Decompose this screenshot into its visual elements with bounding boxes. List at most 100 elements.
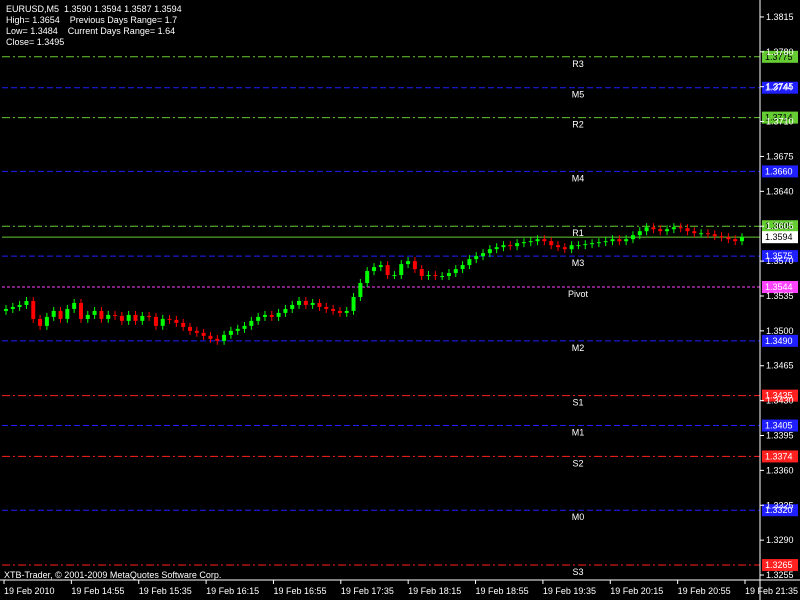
- candle-bull: [256, 316, 261, 321]
- time-tick-label: 19 Feb 14:55: [71, 586, 124, 596]
- candle-bull: [160, 318, 165, 326]
- candle-bear: [556, 245, 560, 248]
- candle-bull: [310, 302, 315, 305]
- candle-bear: [78, 302, 83, 319]
- candle-bull: [426, 275, 431, 277]
- level-price-label: 1.3660: [765, 166, 793, 176]
- candle-bull: [460, 265, 465, 270]
- price-tick-label: 1.3780: [766, 47, 794, 57]
- candle-bull: [699, 233, 704, 235]
- candle-bear: [712, 234, 717, 237]
- price-tick-label: 1.3325: [766, 500, 794, 510]
- price-chart[interactable]: R31.3775M51.3744R21.3714M41.3660R11.3605…: [0, 0, 800, 600]
- candle-bear: [58, 310, 63, 319]
- candle-bull: [740, 237, 744, 242]
- candle-bull: [590, 243, 595, 245]
- candle-bear: [651, 227, 656, 230]
- candle-bull: [446, 273, 451, 277]
- candle-bear: [208, 335, 213, 339]
- candle-bull: [501, 245, 506, 248]
- candle-bull: [644, 227, 649, 232]
- candle-bear: [385, 265, 390, 276]
- candle-bear: [337, 310, 342, 313]
- price-tick-label: 1.3675: [766, 151, 794, 161]
- candle-bull: [92, 310, 97, 315]
- candle-bear: [194, 330, 199, 333]
- candle-bear: [562, 247, 567, 250]
- candle-bull: [624, 239, 629, 242]
- time-tick-label: 19 Feb 20:55: [678, 586, 731, 596]
- time-tick-label: 19 Feb 16:55: [273, 586, 326, 596]
- candle-bull: [276, 312, 281, 317]
- level-price-label: 1.3405: [765, 421, 793, 431]
- candle-bull: [365, 271, 370, 284]
- candle-bear: [317, 302, 322, 307]
- candle-bull: [665, 229, 670, 232]
- level-name-m1: M1: [572, 428, 585, 438]
- level-name-m0: M0: [572, 512, 585, 522]
- candle-bear: [678, 227, 683, 229]
- candle-bear: [419, 269, 424, 277]
- price-tick-label: 1.3570: [766, 256, 794, 266]
- candle-bear: [133, 314, 138, 321]
- price-tick-label: 1.3395: [766, 431, 794, 441]
- time-tick-label: 19 Feb 20:15: [610, 586, 663, 596]
- candle-bear: [113, 314, 118, 316]
- candle-bull: [610, 239, 615, 242]
- level-name-m3: M3: [572, 258, 585, 268]
- level-price-label: 1.3265: [765, 560, 793, 570]
- candle-bull: [474, 256, 479, 260]
- candle-bull: [453, 269, 458, 274]
- candle-bull: [569, 245, 574, 250]
- candle-bull: [392, 275, 397, 277]
- time-tick-label: 19 Feb 2010: [4, 586, 55, 596]
- candle-bull: [10, 306, 15, 309]
- price-tick-label: 1.3500: [766, 326, 794, 336]
- candle-bull: [126, 314, 131, 321]
- candle-bull: [283, 308, 288, 313]
- candle-bull: [528, 241, 533, 243]
- candle-bull: [535, 239, 540, 242]
- candle-bull: [228, 330, 233, 335]
- candle-bear: [726, 237, 731, 240]
- price-tick-label: 1.3605: [766, 221, 794, 231]
- candle-bear: [324, 306, 329, 309]
- candle-bear: [549, 241, 554, 246]
- level-name-m2: M2: [572, 343, 585, 353]
- candle-bull: [603, 241, 608, 243]
- candle-bear: [174, 319, 179, 323]
- time-tick-label: 19 Feb 17:35: [341, 586, 394, 596]
- time-tick-label: 19 Feb 18:55: [476, 586, 529, 596]
- candle-bear: [215, 338, 220, 341]
- candle-bull: [637, 231, 642, 236]
- time-tick-label: 19 Feb 18:15: [408, 586, 461, 596]
- candle-bull: [222, 334, 227, 341]
- candle-bull: [596, 242, 601, 244]
- candle-bull: [4, 308, 8, 311]
- candle-bear: [719, 236, 724, 238]
- candle-bull: [65, 308, 70, 319]
- candle-bull: [72, 302, 77, 309]
- price-tick-label: 1.3430: [766, 396, 794, 406]
- candle-bull: [297, 300, 302, 305]
- candle-bull: [249, 320, 254, 326]
- candle-bear: [433, 275, 438, 277]
- candle-bear: [38, 318, 43, 326]
- candle-bear: [705, 233, 710, 235]
- candle-bear: [303, 300, 308, 305]
- high-line: High= 1.3654 Previous Days Range= 1.7: [6, 15, 178, 25]
- candle-bull: [85, 314, 90, 319]
- price-tick-label: 1.3290: [766, 535, 794, 545]
- candle-bull: [44, 316, 49, 326]
- candle-bull: [358, 283, 363, 297]
- current-price-label: 1.3594: [765, 232, 793, 242]
- candle-bear: [542, 239, 547, 242]
- price-tick-label: 1.3465: [766, 361, 794, 371]
- level-name-r3: R3: [572, 59, 584, 69]
- level-name-s1: S1: [572, 398, 583, 408]
- candle-bull: [671, 227, 676, 230]
- candle-bear: [201, 332, 206, 336]
- candle-bull: [440, 276, 445, 278]
- candle-bear: [99, 310, 104, 319]
- candle-bull: [17, 304, 22, 307]
